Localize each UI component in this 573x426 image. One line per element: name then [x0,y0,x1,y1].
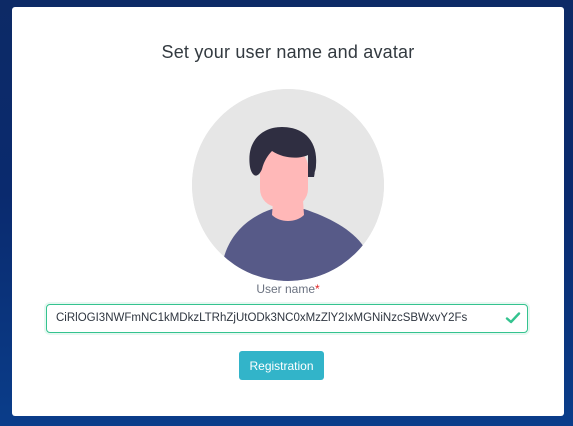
username-label-text: User name [256,282,315,296]
user-avatar-icon [192,89,384,281]
avatar[interactable] [192,89,384,281]
required-mark: * [315,282,320,296]
registration-button[interactable]: Registration [239,351,324,380]
dialog-title: Set your user name and avatar [161,42,415,62]
username-label: User name* [12,282,564,296]
username-input[interactable] [56,305,496,331]
username-field[interactable] [46,304,528,333]
registration-card: Set your user name and avatar User name*… [12,7,564,416]
check-icon [505,311,521,325]
